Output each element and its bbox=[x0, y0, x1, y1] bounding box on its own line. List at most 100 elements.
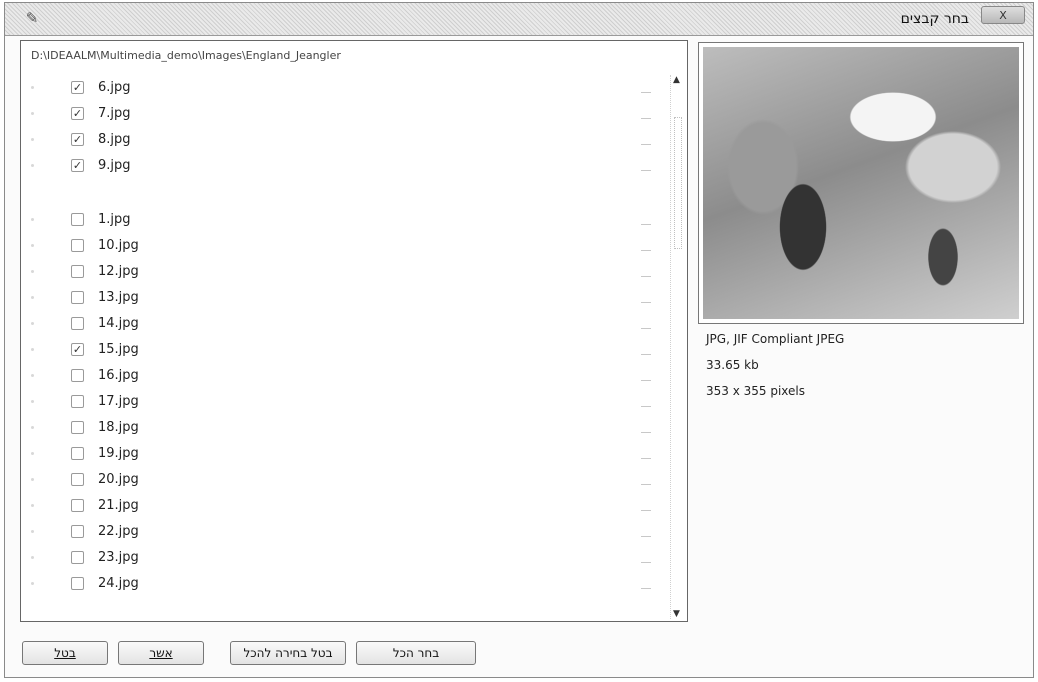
row-tick bbox=[641, 455, 651, 459]
row-tick bbox=[641, 167, 651, 171]
file-row[interactable]: 1.jpg bbox=[21, 207, 663, 233]
row-tick bbox=[641, 429, 651, 433]
close-button[interactable]: X bbox=[981, 6, 1025, 24]
row-tick bbox=[641, 507, 651, 511]
file-checkbox[interactable] bbox=[71, 317, 84, 330]
file-name: 18.jpg bbox=[98, 420, 139, 435]
file-name: 14.jpg bbox=[98, 316, 139, 331]
file-row[interactable]: 21.jpg bbox=[21, 493, 663, 519]
row-tick bbox=[641, 325, 651, 329]
row-tick bbox=[641, 585, 651, 589]
row-marker bbox=[31, 296, 34, 299]
image-preview-panel bbox=[698, 42, 1024, 324]
row-tick bbox=[641, 377, 651, 381]
file-checkbox[interactable]: ✓ bbox=[71, 159, 84, 172]
file-name: 8.jpg bbox=[98, 132, 131, 147]
file-checkbox[interactable] bbox=[71, 369, 84, 382]
row-marker bbox=[31, 426, 34, 429]
row-marker bbox=[31, 504, 34, 507]
file-checkbox[interactable] bbox=[71, 213, 84, 226]
file-row[interactable]: ✓ 9.jpg bbox=[21, 153, 663, 179]
row-tick bbox=[641, 141, 651, 145]
cancel-button[interactable]: בטל bbox=[22, 641, 108, 665]
folder-path: D:\IDEAALM\Multimedia_demo\Images\Englan… bbox=[31, 49, 341, 62]
file-name: 9.jpg bbox=[98, 158, 131, 173]
file-name: 24.jpg bbox=[98, 576, 139, 591]
file-checkbox[interactable]: ✓ bbox=[71, 343, 84, 356]
row-tick bbox=[641, 403, 651, 407]
file-name: 17.jpg bbox=[98, 394, 139, 409]
image-file-size: 33.65 kb bbox=[706, 358, 759, 372]
row-tick bbox=[641, 273, 651, 277]
file-checkbox[interactable] bbox=[71, 421, 84, 434]
deselect-all-button[interactable]: בטל בחירה להכל bbox=[230, 641, 346, 665]
row-tick bbox=[641, 89, 651, 93]
file-row[interactable]: ✓ 8.jpg bbox=[21, 127, 663, 153]
file-checkbox[interactable] bbox=[71, 473, 84, 486]
row-marker bbox=[31, 322, 34, 325]
row-marker bbox=[31, 138, 34, 141]
row-marker bbox=[31, 556, 34, 559]
row-marker bbox=[31, 218, 34, 221]
row-tick bbox=[641, 481, 651, 485]
row-marker bbox=[31, 86, 34, 89]
file-checkbox[interactable] bbox=[71, 291, 84, 304]
file-checkbox[interactable]: ✓ bbox=[71, 133, 84, 146]
file-row[interactable]: ✓ 6.jpg bbox=[21, 75, 663, 101]
file-name: 1.jpg bbox=[98, 212, 131, 227]
file-row[interactable]: 24.jpg bbox=[21, 571, 663, 597]
file-row[interactable]: 20.jpg bbox=[21, 467, 663, 493]
file-checkbox[interactable]: ✓ bbox=[71, 81, 84, 94]
file-row[interactable]: 14.jpg bbox=[21, 311, 663, 337]
row-marker bbox=[31, 348, 34, 351]
file-row[interactable]: 17.jpg bbox=[21, 389, 663, 415]
row-marker bbox=[31, 582, 34, 585]
file-checkbox[interactable] bbox=[71, 551, 84, 564]
file-row[interactable]: 18.jpg bbox=[21, 415, 663, 441]
file-row[interactable]: 19.jpg bbox=[21, 441, 663, 467]
file-checkbox[interactable] bbox=[71, 265, 84, 278]
row-tick bbox=[641, 299, 651, 303]
row-tick bbox=[641, 221, 651, 225]
file-row[interactable]: 10.jpg bbox=[21, 233, 663, 259]
file-checkbox[interactable]: ✓ bbox=[71, 107, 84, 120]
file-row[interactable]: 12.jpg bbox=[21, 259, 663, 285]
scroll-down-arrow-icon[interactable]: ▼ bbox=[673, 609, 680, 619]
title-bar[interactable]: ✎ בחר קבצים X bbox=[5, 3, 1033, 36]
file-name: 20.jpg bbox=[98, 472, 139, 487]
file-name: 16.jpg bbox=[98, 368, 139, 383]
row-marker bbox=[31, 400, 34, 403]
row-marker bbox=[31, 530, 34, 533]
file-checkbox[interactable] bbox=[71, 525, 84, 538]
row-marker bbox=[31, 244, 34, 247]
file-row[interactable]: 22.jpg bbox=[21, 519, 663, 545]
file-row[interactable]: ✓ 15.jpg bbox=[21, 337, 663, 363]
vertical-scrollbar[interactable]: ▲ ▼ bbox=[670, 75, 685, 619]
file-checkbox[interactable] bbox=[71, 239, 84, 252]
scroll-thumb[interactable] bbox=[674, 117, 682, 249]
file-name: 6.jpg bbox=[98, 80, 131, 95]
file-list-panel: D:\IDEAALM\Multimedia_demo\Images\Englan… bbox=[20, 40, 688, 622]
file-row[interactable]: 13.jpg bbox=[21, 285, 663, 311]
file-name: 19.jpg bbox=[98, 446, 139, 461]
file-checkbox[interactable] bbox=[71, 447, 84, 460]
file-checkbox[interactable] bbox=[71, 577, 84, 590]
file-name: 22.jpg bbox=[98, 524, 139, 539]
file-row[interactable]: 16.jpg bbox=[21, 363, 663, 389]
row-tick bbox=[641, 247, 651, 251]
file-name: 15.jpg bbox=[98, 342, 139, 357]
row-tick bbox=[641, 351, 651, 355]
select-all-button[interactable]: בחר הכל bbox=[356, 641, 476, 665]
file-row[interactable]: ✓ 7.jpg bbox=[21, 101, 663, 127]
file-checkbox[interactable] bbox=[71, 499, 84, 512]
scroll-up-arrow-icon[interactable]: ▲ bbox=[673, 75, 680, 85]
confirm-button[interactable]: אשר bbox=[118, 641, 204, 665]
file-name: 12.jpg bbox=[98, 264, 139, 279]
file-row[interactable]: 23.jpg bbox=[21, 545, 663, 571]
row-tick bbox=[641, 533, 651, 537]
row-marker bbox=[31, 270, 34, 273]
row-marker bbox=[31, 478, 34, 481]
file-checkbox[interactable] bbox=[71, 395, 84, 408]
preview-image bbox=[703, 47, 1019, 319]
file-name: 21.jpg bbox=[98, 498, 139, 513]
